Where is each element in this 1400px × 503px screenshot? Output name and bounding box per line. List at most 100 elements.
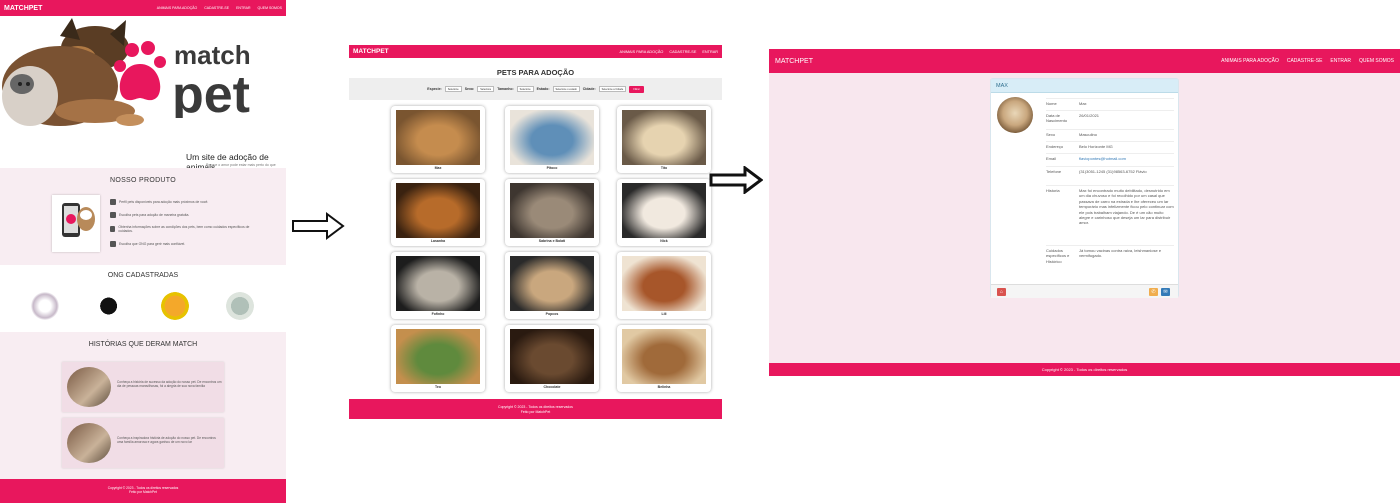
home-nav-login[interactable]: ENTRAR — [236, 6, 250, 10]
pet-card[interactable]: Lasanha — [391, 179, 485, 246]
detail-brand[interactable]: MATCHPET — [775, 58, 813, 65]
building-icon — [110, 241, 116, 247]
pet-detail-panel: MAX Nome Max Data de Nascimento 26/01/2021… — [990, 78, 1179, 298]
pet-card[interactable]: Teo — [391, 325, 485, 392]
story-text: Conheça a inspiradora história de adoção… — [117, 436, 216, 445]
pet-card[interactable]: Max — [391, 106, 485, 173]
pet-name: Pitoco — [546, 166, 558, 170]
pet-avatar — [997, 97, 1033, 133]
detail-row-email: Email flaviopontes@hotmail.com — [1046, 153, 1174, 161]
pet-card[interactable]: Chocolate — [505, 325, 599, 392]
detail-row-history: Historia Max foi encontrado muito debilit… — [1046, 185, 1174, 226]
ong-logo-1[interactable] — [31, 292, 59, 320]
listing-nav-adopt[interactable]: ANIMAIS PARA ADOÇÃO — [620, 50, 664, 54]
story-card[interactable]: Conheça a inspiradora história de adoção… — [62, 418, 224, 468]
pet-photo — [510, 329, 594, 384]
pet-photo — [396, 110, 480, 165]
filter-button[interactable]: Filtrar — [629, 85, 644, 93]
city-select[interactable]: Selecione a Cidade — [598, 86, 627, 92]
pet-photo — [510, 256, 594, 311]
filter-label: Especie: — [427, 87, 442, 91]
listing-title: PETS PARA ADOÇÃO — [496, 68, 575, 77]
matchpet-logo: match pet — [114, 40, 251, 118]
pet-card[interactable]: Nick — [617, 179, 711, 246]
listing-nav-register[interactable]: CADASTRE-SE — [669, 50, 696, 54]
detail-nav-adopt[interactable]: ANIMAIS PARA ADOÇÃO — [1221, 58, 1279, 64]
story-text: Conheça a história de sucesso da adoção … — [117, 380, 222, 389]
pet-name: Teo — [435, 385, 441, 389]
product-phone-image — [52, 195, 100, 252]
footer-madeby: Feito por MatchPet — [520, 409, 551, 414]
detail-row-birth: Data de Nascimento 26/01/2021 — [1046, 110, 1174, 124]
detail-row-care: Cuidados específicos e Histórico Já tomou… — [1046, 245, 1174, 264]
feature-item: Perfil pets disponíveis para adoção mais… — [110, 199, 208, 205]
pet-photo — [622, 329, 706, 384]
pet-photo — [396, 256, 480, 311]
ong-logo-2[interactable] — [96, 292, 124, 320]
listing-brand[interactable]: MATCHPET — [353, 48, 389, 55]
ong-logo-4[interactable] — [226, 292, 254, 320]
filter-label: Estado: — [536, 87, 550, 91]
story-photo — [67, 423, 111, 463]
state-select[interactable]: Selecione o estado — [552, 86, 580, 92]
pet-photo — [622, 183, 706, 238]
pet-name: Fofinho — [431, 312, 445, 316]
listing-page-screenshot: MATCHPET ANIMAIS PARA ADOÇÃO CADASTRE-SE… — [349, 45, 722, 419]
home-nav-register[interactable]: CADASTRE-SE — [204, 6, 229, 10]
pet-name: Chocolate — [543, 385, 561, 389]
pet-card[interactable]: Fofinho — [391, 252, 485, 319]
detail-nav-register[interactable]: CADASTRE-SE — [1287, 58, 1323, 64]
home-nav-about[interactable]: QUEM SOMOS — [257, 6, 282, 10]
size-select[interactable]: Selecione — [516, 86, 534, 92]
detail-row-phone: Telefone (31)3051-1245 (31)98563-6752 Flá… — [1046, 166, 1174, 174]
pet-card[interactable]: Tito — [617, 106, 711, 173]
filter-label: Tamanho: — [497, 87, 514, 91]
pet-name: Tito — [660, 166, 668, 170]
pet-card[interactable]: Belinha — [617, 325, 711, 392]
email-icon[interactable]: ✉ — [1161, 288, 1170, 296]
detail-nav-about[interactable]: QUEM SOMOS — [1359, 58, 1394, 64]
listing-footer: Copyright © 2023 - Todos os direitos res… — [349, 399, 722, 419]
paw-icon — [110, 199, 116, 205]
filter-label: Sexo: — [464, 87, 475, 91]
pet-card[interactable]: Pitoco — [505, 106, 599, 173]
home-icon[interactable]: ⌂ — [997, 288, 1006, 296]
pet-name: Sabrina e Bolati — [538, 239, 566, 243]
phone-icon[interactable]: ✆ — [1149, 288, 1158, 296]
product-title: NOSSO PRODUTO — [109, 177, 176, 184]
story-card[interactable]: Conheça a história de sucesso da adoção … — [62, 362, 224, 412]
footer-madeby: Feito por MatchPet — [129, 490, 157, 495]
ong-title: ONG CADASTRADAS — [107, 272, 179, 279]
home-brand[interactable]: MATCHPET — [4, 5, 42, 12]
sex-select[interactable]: Selecione — [477, 86, 495, 92]
detail-nav-login[interactable]: ENTRAR — [1330, 58, 1351, 64]
detail-footer: Copyright © 2023 - Todos os direitos res… — [769, 363, 1400, 376]
panel-footer: ⌂ ✆ ✉ — [991, 284, 1178, 298]
home-page-screenshot: MATCHPET ANIMAIS PARA ADOÇÃO CADASTRE-SE… — [0, 0, 286, 503]
pet-photo — [622, 110, 706, 165]
pet-card[interactable]: Sabrina e Bolati — [505, 179, 599, 246]
logo-pet-text: pet — [172, 66, 250, 118]
email-link[interactable]: flaviopontes@hotmail.com — [1079, 154, 1174, 161]
feature-item: Escolha pets para adoção de maneira grat… — [110, 212, 189, 218]
pet-card[interactable]: Popcos — [505, 252, 599, 319]
filter-bar: Especie: Selecione Sexo: Selecione Taman… — [349, 78, 722, 100]
detail-navbar: MATCHPET ANIMAIS PARA ADOÇÃO CADASTRE-SE… — [769, 49, 1400, 73]
pet-card[interactable]: Lili — [617, 252, 711, 319]
home-nav-adopt[interactable]: ANIMAIS PARA ADOÇÃO — [157, 6, 197, 10]
ong-logo-3[interactable] — [161, 292, 189, 320]
pet-name: Max — [434, 166, 442, 170]
pet-name: Belinha — [657, 385, 671, 389]
arrow-right-icon — [709, 166, 763, 194]
stories-title: HISTÓRIAS QUE DERAM MATCH — [88, 341, 198, 348]
pet-photo — [396, 183, 480, 238]
story-photo — [67, 367, 111, 407]
pet-photo — [510, 183, 594, 238]
filter-label: Cidade: — [582, 87, 596, 91]
listing-nav-login[interactable]: ENTRAR — [702, 50, 718, 54]
home-navbar: MATCHPET ANIMAIS PARA ADOÇÃO CADASTRE-SE… — [0, 0, 286, 16]
users-icon — [110, 212, 116, 218]
species-select[interactable]: Selecione — [444, 86, 462, 92]
pet-name: Nick — [660, 239, 668, 243]
pet-photo — [510, 110, 594, 165]
